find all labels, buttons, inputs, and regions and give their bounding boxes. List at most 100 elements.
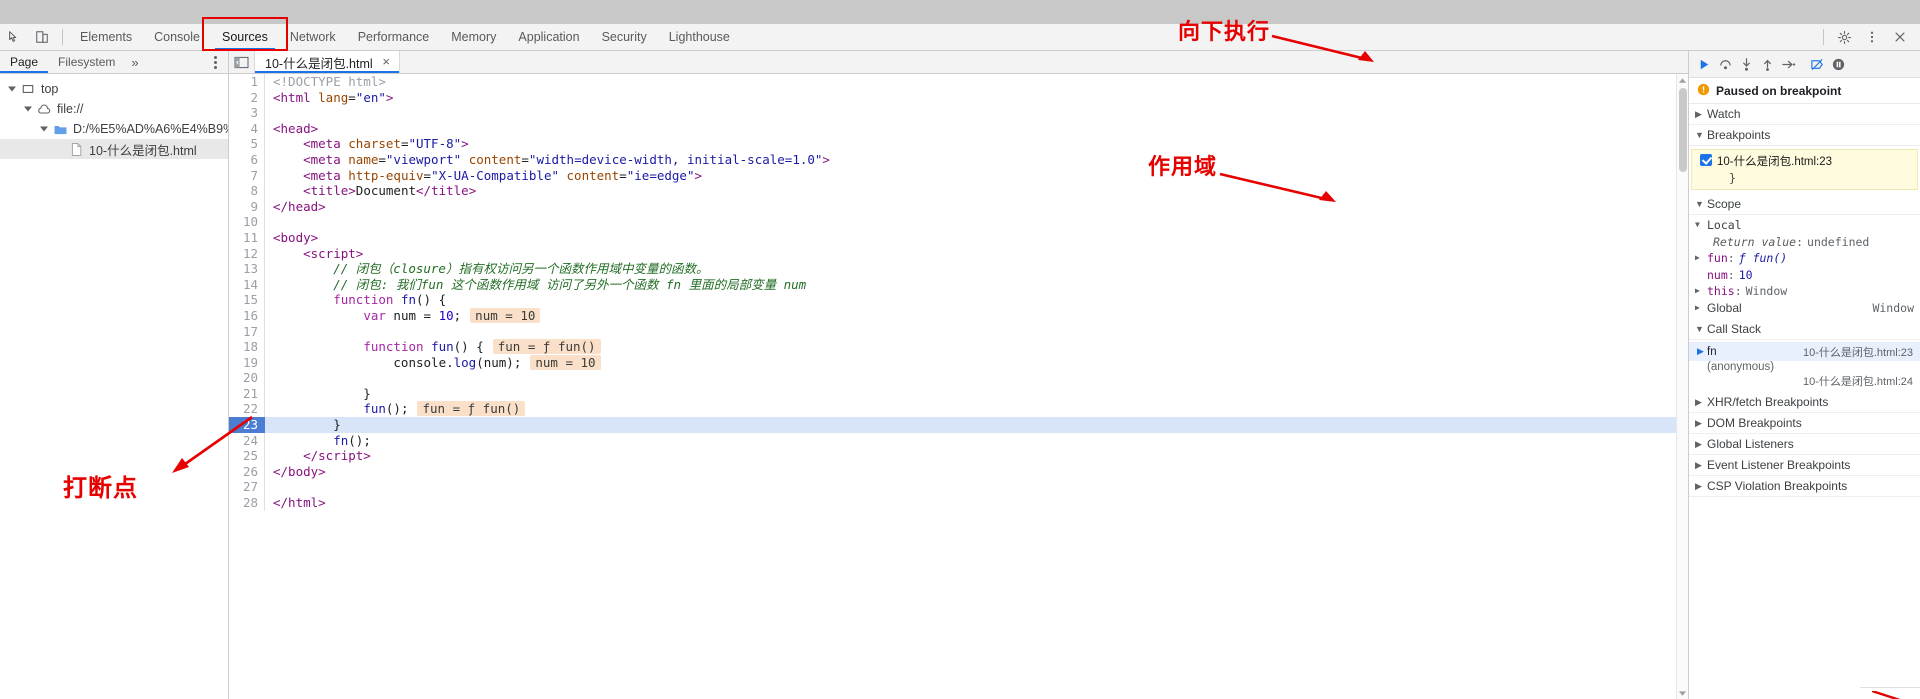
code-line[interactable]: 5 <meta charset="UTF-8">	[229, 136, 1688, 152]
tab-elements[interactable]: Elements	[69, 24, 143, 50]
section-csp-violation-breakpoints[interactable]: ▶ CSP Violation Breakpoints	[1689, 476, 1920, 497]
step-over-button[interactable]	[1716, 55, 1735, 74]
chevron-down-icon[interactable]	[38, 123, 50, 135]
navigator-tab-page[interactable]: Page	[0, 51, 49, 73]
line-number[interactable]: 1	[229, 74, 265, 90]
code-line[interactable]: 3	[229, 105, 1688, 121]
close-icon[interactable]	[1886, 24, 1914, 50]
section-dom-breakpoints[interactable]: ▶ DOM Breakpoints	[1689, 413, 1920, 434]
editor-tab-close-icon[interactable]: ×	[380, 55, 393, 69]
code-line[interactable]: 28 </html>	[229, 495, 1688, 511]
more-options-icon[interactable]	[1858, 24, 1886, 50]
editor-scrollbar[interactable]	[1676, 74, 1688, 699]
line-number[interactable]: 12	[229, 245, 265, 262]
code-line[interactable]: 27	[229, 479, 1688, 496]
code-line[interactable]: 9 </head>	[229, 198, 1688, 215]
tab-lighthouse[interactable]: Lighthouse	[658, 24, 741, 50]
code-line[interactable]: 4 <head>	[229, 120, 1688, 137]
editor-tab-file[interactable]: 10-什么是闭包.html ×	[255, 51, 400, 73]
code-line[interactable]: 17	[229, 323, 1688, 340]
line-number[interactable]: 8	[229, 183, 265, 199]
toggle-navigator-icon[interactable]	[229, 51, 255, 73]
code-line[interactable]: 26 </body>	[229, 463, 1688, 480]
line-number[interactable]: 19	[229, 354, 265, 371]
tab-console[interactable]: Console	[143, 24, 211, 50]
section-event-listener-breakpoints[interactable]: ▶ Event Listener Breakpoints	[1689, 455, 1920, 476]
code-line[interactable]: 14 // 闭包: 我们fun 这个函数作用域 访问了另外一个函数 fn 里面的…	[229, 276, 1688, 293]
line-number[interactable]: 17	[229, 323, 265, 340]
line-number[interactable]: 14	[229, 276, 265, 293]
line-number[interactable]: 21	[229, 385, 265, 402]
line-number[interactable]: 9	[229, 198, 265, 215]
code-line[interactable]: 15 function fn() {	[229, 292, 1688, 308]
tab-sources[interactable]: Sources	[211, 24, 279, 50]
tree-item[interactable]: top	[0, 79, 228, 99]
line-number[interactable]: 5	[229, 136, 265, 152]
source-code[interactable]: 1 <!DOCTYPE html> 2 <html lang="en"> 3 4 <head…	[229, 74, 1688, 699]
line-number[interactable]: 6	[229, 151, 265, 168]
code-line[interactable]: 19 console.log(num); num = 10	[229, 354, 1688, 371]
section-scope[interactable]: ▼ Scope	[1689, 194, 1920, 215]
section-xhr-breakpoints[interactable]: ▶ XHR/fetch Breakpoints	[1689, 392, 1920, 413]
pause-on-exceptions-button[interactable]	[1829, 55, 1848, 74]
code-line[interactable]: 11 <body>	[229, 229, 1688, 246]
tab-application[interactable]: Application	[507, 24, 590, 50]
chevron-down-icon[interactable]	[6, 83, 18, 95]
code-line[interactable]: 25 </script>	[229, 448, 1688, 464]
inspect-cursor-icon[interactable]	[0, 24, 28, 50]
tab-network[interactable]: Network	[279, 24, 347, 50]
code-line[interactable]: 8 <title>Document</title>	[229, 183, 1688, 199]
tree-item[interactable]: D:/%E5%AD%A6%E4%B9%A0%	[0, 119, 228, 139]
scope-var-fun[interactable]: ▶ fun : ƒ fun()	[1689, 250, 1920, 267]
code-line[interactable]: 13 // 闭包（closure）指有权访问另一个函数作用域中变量的函数。	[229, 261, 1688, 277]
call-stack-row[interactable]: (anonymous) 10-什么是闭包.html:24	[1689, 361, 1920, 389]
code-line[interactable]: 16 var num = 10; num = 10	[229, 307, 1688, 324]
breakpoint-checkbox[interactable]	[1700, 154, 1712, 166]
line-number[interactable]: 10	[229, 214, 265, 230]
code-line[interactable]: 2 <html lang="en">	[229, 89, 1688, 106]
breakpoint-marker[interactable]: 23	[229, 417, 265, 433]
line-number[interactable]: 26	[229, 463, 265, 480]
code-line[interactable]: 21 }	[229, 385, 1688, 402]
scrollbar-thumb[interactable]	[1679, 88, 1687, 172]
code-line[interactable]: 6 <meta name="viewport" content="width=d…	[229, 151, 1688, 168]
line-number[interactable]: 24	[229, 432, 265, 449]
code-line[interactable]: 7 <meta http-equiv="X-UA-Compatible" con…	[229, 167, 1688, 184]
code-line[interactable]: 23 }	[229, 417, 1688, 433]
tab-performance[interactable]: Performance	[347, 24, 441, 50]
navigator-tab-filesystem[interactable]: Filesystem	[48, 51, 125, 73]
scope-group-global[interactable]: ▶ Global Window	[1689, 300, 1920, 317]
line-number[interactable]: 16	[229, 307, 265, 324]
section-breakpoints[interactable]: ▼ Breakpoints	[1689, 125, 1920, 146]
code-line[interactable]: 24 fn();	[229, 432, 1688, 449]
line-number[interactable]: 7	[229, 167, 265, 184]
section-watch[interactable]: ▶ Watch	[1689, 104, 1920, 125]
line-number[interactable]: 4	[229, 120, 265, 137]
resume-button[interactable]	[1695, 55, 1714, 74]
step-into-button[interactable]	[1737, 55, 1756, 74]
line-number[interactable]: 15	[229, 292, 265, 308]
section-call-stack[interactable]: ▼ Call Stack	[1689, 319, 1920, 340]
step-out-button[interactable]	[1758, 55, 1777, 74]
tab-security[interactable]: Security	[591, 24, 658, 50]
line-number[interactable]: 3	[229, 105, 265, 121]
navigator-more-tabs[interactable]: »	[125, 55, 144, 70]
deactivate-breakpoints-button[interactable]	[1808, 55, 1827, 74]
chevron-down-icon[interactable]	[22, 103, 34, 115]
code-line[interactable]: 22 fun(); fun = ƒ fun()	[229, 401, 1688, 418]
code-line[interactable]: 18 function fun() {fun = ƒ fun()	[229, 339, 1688, 355]
line-number[interactable]: 20	[229, 370, 265, 386]
gear-icon[interactable]	[1830, 24, 1858, 50]
code-line[interactable]: 20	[229, 370, 1688, 386]
device-toolbar-icon[interactable]	[28, 24, 56, 50]
tree-spacer[interactable]	[54, 143, 66, 155]
navigator-more-options-icon[interactable]	[208, 54, 222, 70]
tab-memory[interactable]: Memory	[440, 24, 507, 50]
line-number[interactable]: 25	[229, 448, 265, 464]
line-number[interactable]: 22	[229, 401, 265, 418]
code-line[interactable]: 10	[229, 214, 1688, 230]
code-line[interactable]: 12 <script>	[229, 245, 1688, 262]
tree-item[interactable]: file://	[0, 99, 228, 119]
line-number[interactable]: 2	[229, 89, 265, 106]
call-stack-row[interactable]: ▶ fn 10-什么是闭包.html:23	[1689, 342, 1920, 361]
